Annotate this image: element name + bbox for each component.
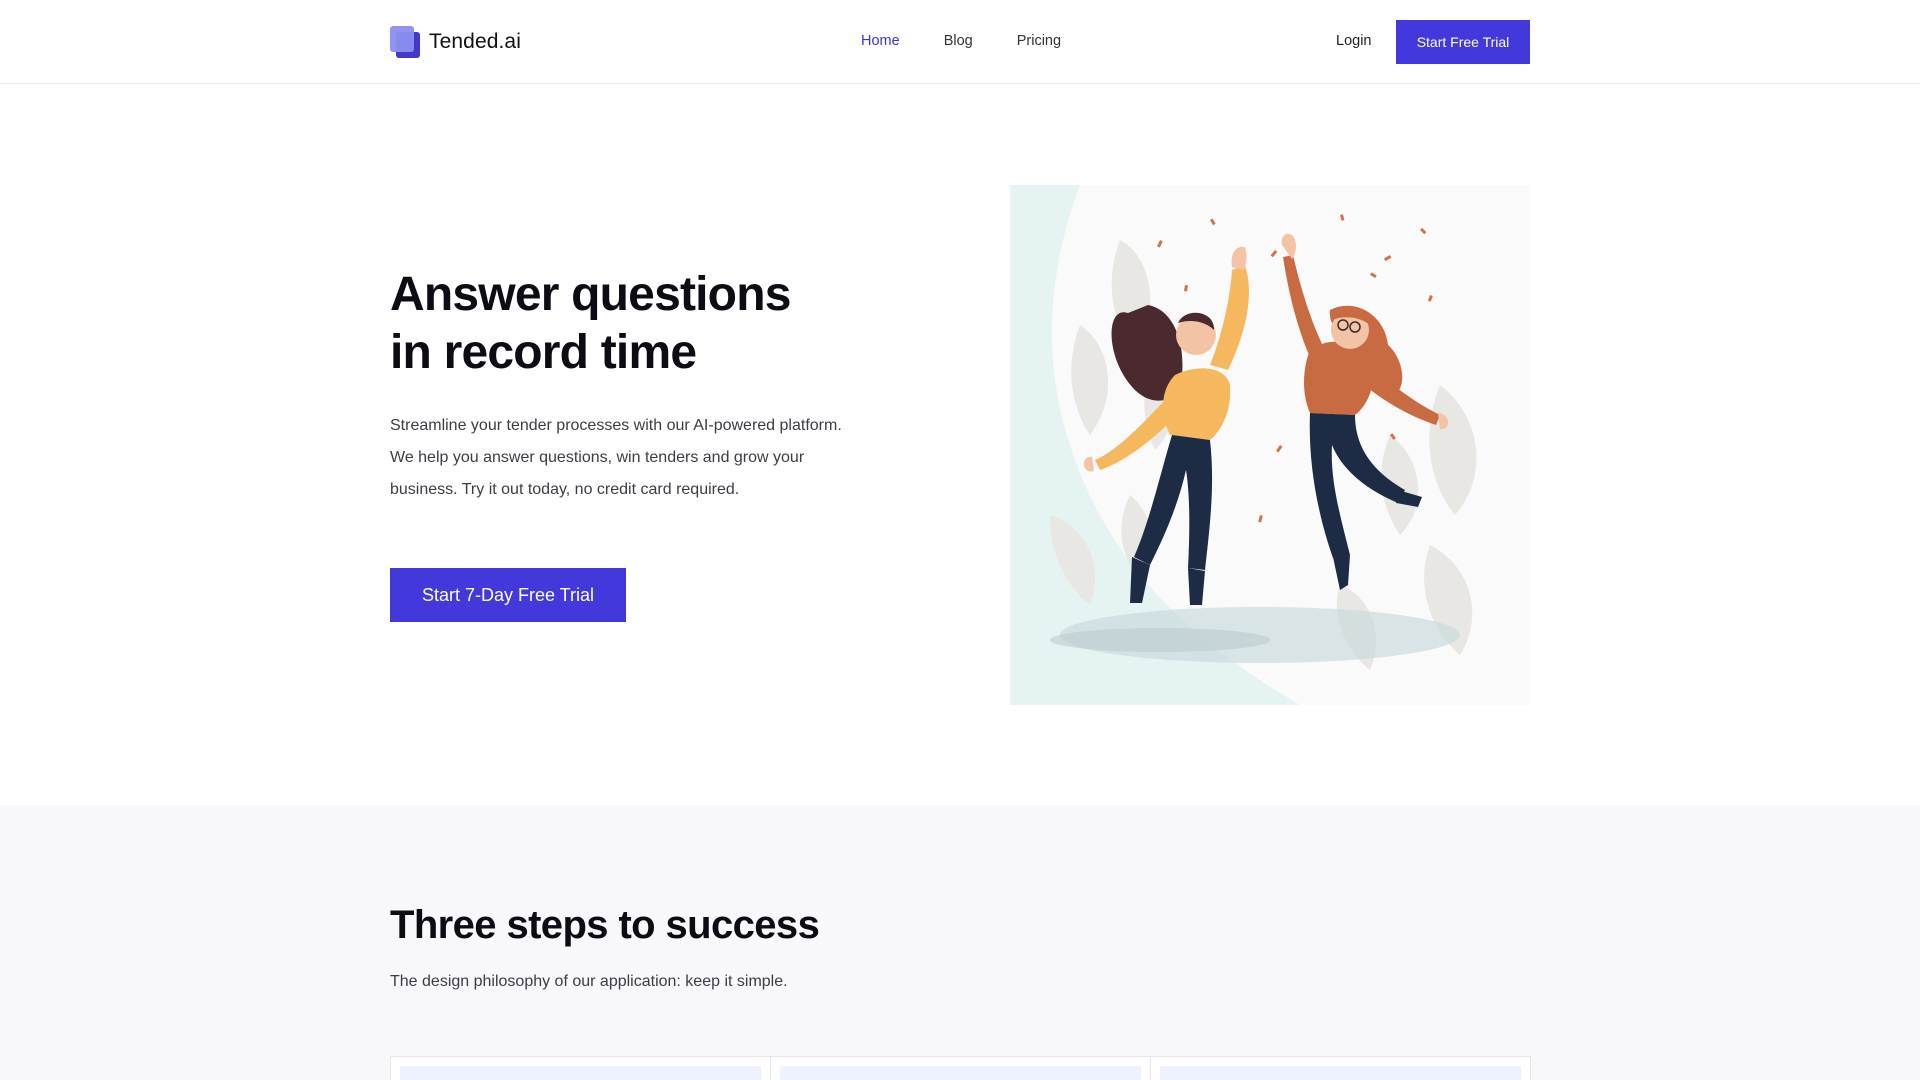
steps-section: Three steps to success The design philos…	[0, 805, 1920, 1080]
celebration-illustration-icon	[1010, 185, 1477, 705]
hero-illustration	[1010, 185, 1530, 705]
step-card-2	[770, 1056, 1151, 1080]
logo[interactable]: Tended.ai	[390, 26, 521, 58]
logo-icon	[390, 26, 420, 58]
site-header: Tended.ai Home Blog Pricing Login Start …	[0, 0, 1920, 84]
nav-pricing-link[interactable]: Pricing	[1017, 33, 1061, 49]
nav-blog-link[interactable]: Blog	[944, 33, 973, 49]
brand-name: Tended.ai	[429, 30, 521, 53]
steps-subtitle: The design philosophy of our application…	[390, 973, 788, 990]
login-link[interactable]: Login	[1336, 33, 1371, 49]
hero-title-line-1: Answer questions	[390, 268, 791, 321]
start-trial-cta-button[interactable]: Start 7-Day Free Trial	[390, 568, 626, 622]
hero-description: Streamline your tender processes with ou…	[390, 417, 842, 498]
nav-home-link[interactable]: Home	[861, 33, 900, 49]
hero-title: Answer questions in record time	[390, 266, 890, 382]
main-nav: Home Blog Pricing	[861, 33, 1061, 49]
steps-title: Three steps to success	[390, 903, 820, 947]
step-card-1	[390, 1056, 771, 1080]
hero-title-line-2: in record time	[390, 326, 697, 379]
step-card-3	[1150, 1056, 1531, 1080]
start-free-trial-button[interactable]: Start Free Trial	[1396, 20, 1530, 64]
